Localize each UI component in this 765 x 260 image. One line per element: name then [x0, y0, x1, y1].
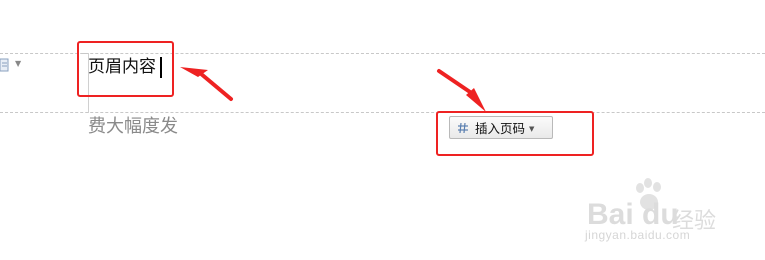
- arrow-icon: [437, 69, 486, 112]
- watermark-url: jingyan.baidu.com: [585, 228, 691, 242]
- arrow-icon: [180, 67, 233, 101]
- baidu-watermark: Bai du 经验 jingyan.baidu.com: [585, 178, 765, 248]
- watermark-brand: Bai du: [587, 198, 679, 231]
